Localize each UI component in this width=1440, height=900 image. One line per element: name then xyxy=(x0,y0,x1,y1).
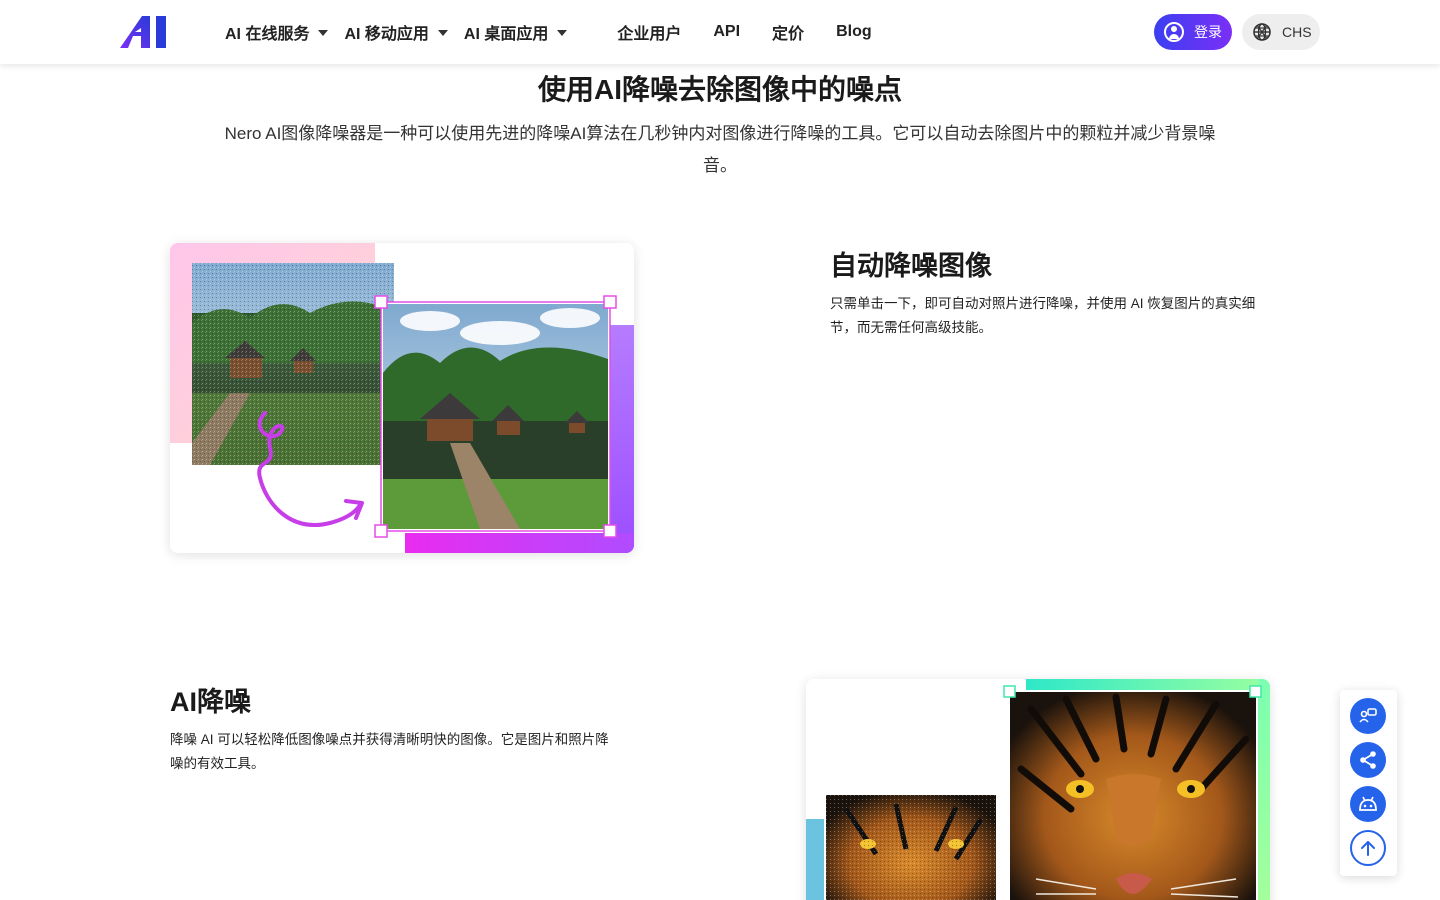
feature-ai-denoise-title: AI降噪 xyxy=(170,687,251,717)
intro-description: Nero AI图像降噪器是一种可以使用先进的降噪AI算法在几秒钟内对图像进行降噪… xyxy=(224,124,1216,175)
globe-icon xyxy=(1253,23,1271,41)
android-icon[interactable] xyxy=(1350,786,1386,822)
site-header: AI 在线服务 AI 移动应用 AI 桌面应用 企业用户 API 定价 Blog… xyxy=(0,0,1440,64)
nav-label: AI 移动应用 xyxy=(344,26,429,43)
share-glyph xyxy=(1360,751,1376,769)
floating-toolbar xyxy=(1340,690,1397,876)
feature-auto-denoise-title: 自动降噪图像 xyxy=(830,251,992,281)
caret-down-icon xyxy=(318,30,329,36)
login-button[interactable]: 登录 xyxy=(1154,14,1232,50)
nav-blog[interactable]: Blog xyxy=(836,23,872,41)
ai-logo-icon[interactable] xyxy=(120,14,172,50)
feedback-glyph xyxy=(1359,708,1377,723)
user-icon xyxy=(1164,22,1184,42)
intro-title: 使用AI降噪去除图像中的噪点 xyxy=(537,74,902,105)
lake-cabins-illustration xyxy=(170,243,634,553)
nav-api[interactable]: API xyxy=(713,23,740,41)
nav-ai-online-services[interactable]: AI 在线服务 xyxy=(225,20,329,44)
share-icon[interactable] xyxy=(1350,742,1386,778)
language-label: CHS xyxy=(1282,24,1312,40)
language-button[interactable]: CHS xyxy=(1242,14,1320,50)
main-nav: AI 在线服务 AI 移动应用 AI 桌面应用 企业用户 API 定价 Blog xyxy=(225,0,904,64)
denoise-comparison-image xyxy=(170,243,634,553)
feature-auto-denoise-description: 只需单击一下，即可自动对照片进行降噪，并使用 AI 恢复图片的真实细节，而无需任… xyxy=(830,296,1256,335)
feature-ai-denoise-description: 降噪 AI 可以轻松降低图像噪点并获得清晰明快的图像。它是图片和照片降噪的有效工… xyxy=(170,732,609,771)
scroll-top-icon[interactable] xyxy=(1350,830,1386,866)
nav-enterprise[interactable]: 企业用户 xyxy=(617,20,681,44)
login-label: 登录 xyxy=(1194,24,1222,40)
caret-down-icon xyxy=(557,30,568,36)
caret-down-icon xyxy=(437,30,448,36)
nav-label: AI 桌面应用 xyxy=(463,26,549,43)
tiger-illustration xyxy=(806,679,1270,900)
nav-label: AI 在线服务 xyxy=(225,26,310,43)
feedback-icon[interactable] xyxy=(1350,698,1386,734)
nav-pricing[interactable]: 定价 xyxy=(772,20,804,44)
tiger-denoise-image xyxy=(806,679,1270,900)
android-glyph xyxy=(1359,796,1377,811)
arrow-up-glyph xyxy=(1361,841,1375,856)
nav-ai-desktop-apps[interactable]: AI 桌面应用 xyxy=(463,20,568,44)
nav-ai-mobile-apps[interactable]: AI 移动应用 xyxy=(344,20,448,44)
